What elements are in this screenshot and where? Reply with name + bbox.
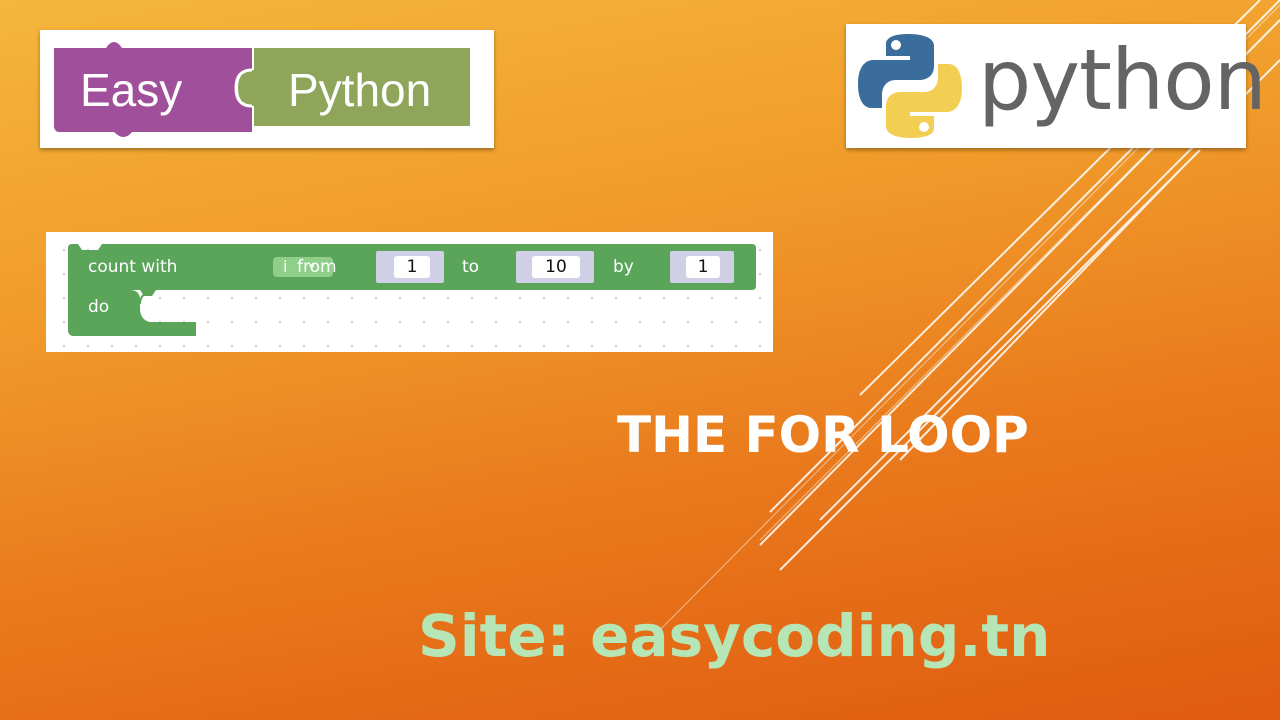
easy-python-logo: Easy Python (40, 30, 494, 148)
block-label-do: do (88, 297, 110, 317)
from-value-field[interactable]: 1 (394, 256, 430, 278)
by-value-field[interactable]: 1 (686, 256, 720, 278)
block-label-by: by (613, 257, 634, 277)
to-value-slot: 10 (516, 251, 594, 283)
block-label-count-with: count with (88, 257, 178, 277)
slide-title: THE FOR LOOP (617, 406, 1029, 464)
to-value-field[interactable]: 10 (532, 256, 580, 278)
slide-background: Easy Python python count with i ▾ from 1… (0, 0, 1280, 720)
logo-word-easy: Easy (80, 64, 183, 116)
python-snakes-icon (858, 34, 962, 138)
for-loop-block-shape (68, 244, 756, 336)
block-workspace: count with i ▾ from 1 to 10 by 1 do (46, 232, 773, 352)
by-value-slot: 1 (670, 251, 734, 283)
block-label-to: to (462, 257, 480, 277)
block-label-from: from (297, 257, 337, 277)
logo-word-python: Python (288, 64, 432, 116)
site-url: Site: easycoding.tn (418, 602, 1051, 670)
python-wordmark: python (978, 31, 1267, 129)
python-logo: python (846, 24, 1267, 148)
from-value-slot: 1 (376, 251, 444, 283)
variable-name: i (283, 257, 288, 276)
